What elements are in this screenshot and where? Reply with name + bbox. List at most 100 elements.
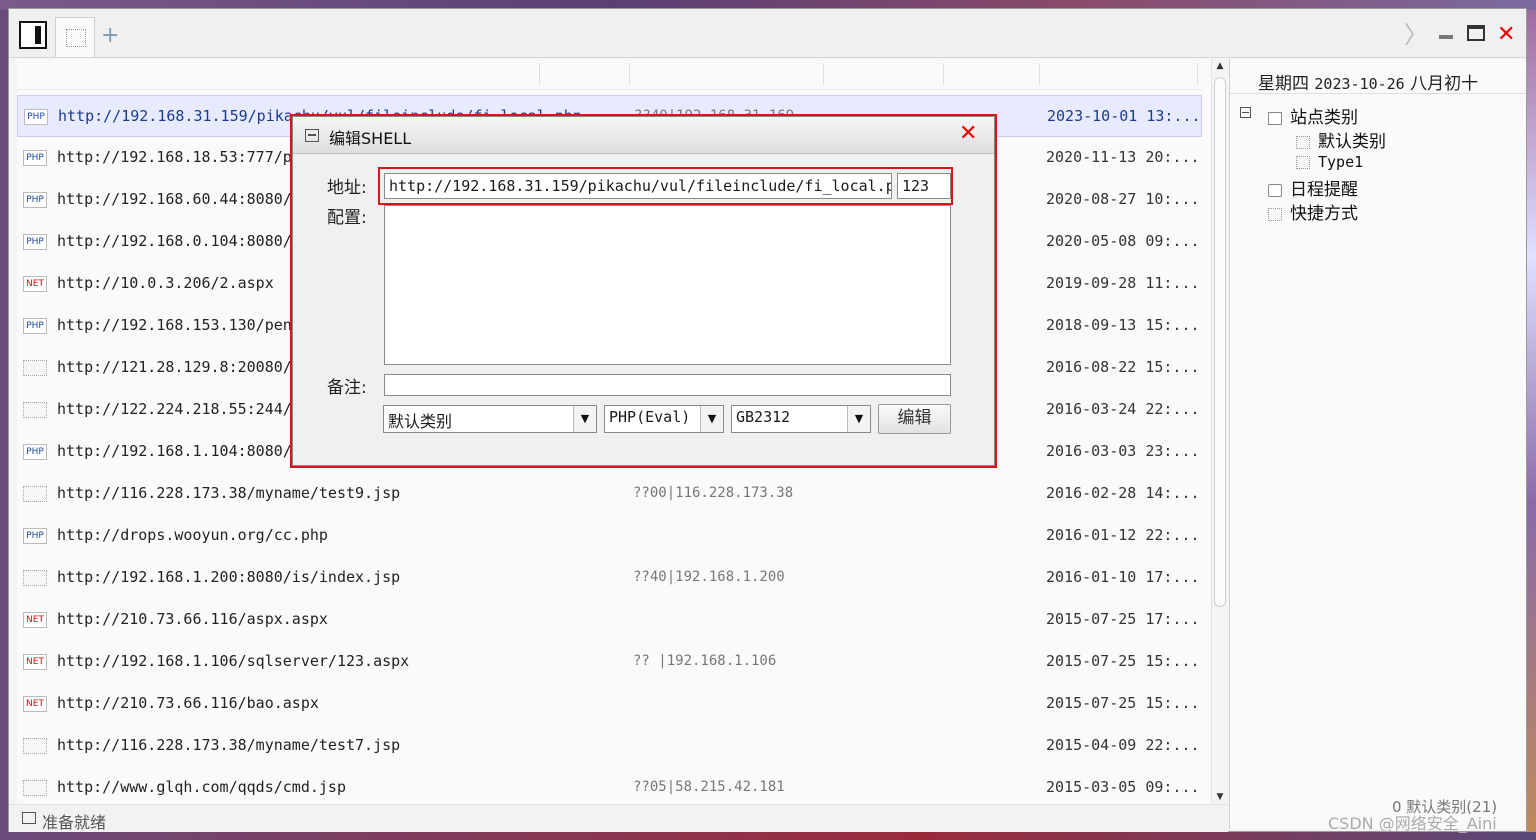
chevron-down-icon[interactable]: ▼ [573, 406, 596, 432]
shortcut-hand-icon [1268, 207, 1282, 221]
tree-item-label: 默认类别 [1318, 132, 1386, 152]
net-icon: NET [23, 654, 47, 670]
date-value: 2023-10-26 [1314, 75, 1405, 93]
table-row[interactable]: http://www.glqh.com/qqds/cmd.jsp ??05|58.… [17, 767, 1202, 809]
table-row[interactable]: http://192.168.1.200:8080/is/index.jsp??… [17, 557, 1202, 599]
row-url: http://122.224.218.55:244/i [57, 400, 301, 418]
row-url: http://192.168.1.104:8080/d [57, 442, 301, 460]
row-date: 2016-03-24 22:... [1046, 400, 1200, 418]
tree-item-schedule[interactable]: 日程提醒 [1268, 175, 1358, 200]
table-row[interactable]: NET http://210.73.66.116/aspx.aspx 2015-07… [17, 599, 1202, 641]
edit-submit-button[interactable]: 编辑 [878, 404, 951, 434]
add-tab-button[interactable]: + [101, 25, 129, 53]
blank-file-icon [23, 570, 47, 586]
desktop-taskbar-edge [0, 832, 1536, 840]
dialog-titlebar[interactable]: 编辑SHELL ✕ [293, 117, 994, 154]
status-icon [22, 812, 36, 824]
row-ip: ??00|116.228.173.38 [633, 485, 794, 501]
tree-root-site-categories[interactable]: 站点类别 [1268, 103, 1358, 128]
row-url: http://192.168.153.130/pent [57, 316, 301, 334]
column-divider[interactable] [823, 63, 824, 85]
tree-item-label: Type1 [1318, 153, 1364, 171]
folder-icon [1268, 111, 1282, 125]
tree-item-label: 日程提醒 [1290, 180, 1358, 200]
script-type-select[interactable]: PHP(Eval) ▼ [604, 405, 724, 433]
row-date: 2019-09-28 11:... [1046, 274, 1200, 292]
status-text: 准备就绪 [42, 813, 107, 832]
vertical-scrollbar[interactable]: ▲ ▼ [1211, 59, 1228, 804]
panel-toggle-icon[interactable] [19, 21, 47, 49]
tree-root-label: 站点类别 [1290, 108, 1358, 128]
table-row[interactable]: http://116.228.173.38/myname/test7.jsp 20… [17, 725, 1202, 767]
password-input[interactable]: 123 [897, 173, 951, 199]
lunar-date: 八月初十 [1410, 74, 1479, 94]
column-divider[interactable] [1197, 63, 1198, 85]
category-value: 默认类别 [388, 412, 453, 431]
note-label: 备注: [327, 378, 367, 398]
row-date: 2020-08-27 10:... [1046, 190, 1200, 208]
category-icon [1296, 135, 1310, 149]
address-label: 地址: [327, 178, 367, 198]
status-bar: 准备就绪 [9, 804, 1228, 832]
tree-item-type1[interactable]: Type1 [1296, 153, 1363, 171]
tree-item-label: 快捷方式 [1290, 204, 1358, 224]
scroll-up-icon[interactable]: ▲ [1214, 61, 1226, 71]
schedule-icon [1268, 183, 1282, 197]
row-date: 2020-05-08 09:... [1046, 232, 1200, 250]
row-date: 2016-08-22 15:... [1046, 358, 1200, 376]
category-icon [1296, 156, 1310, 169]
collapse-toggle-icon[interactable]: − [1240, 107, 1251, 118]
row-url: http://drops.wooyun.org/cc.php [57, 526, 328, 544]
tab-blank[interactable] [55, 17, 95, 57]
table-row[interactable]: PHP http://drops.wooyun.org/cc.php 2016-01… [17, 515, 1202, 557]
tab-bar: + 〉 ✕ [9, 9, 1526, 58]
column-header [17, 59, 1202, 90]
net-icon: NET [23, 612, 47, 628]
chevron-down-icon[interactable]: ▼ [700, 406, 723, 432]
divider [1230, 93, 1526, 94]
blank-file-icon [23, 402, 47, 418]
encoding-select[interactable]: GB2312 ▼ [731, 405, 871, 433]
column-divider[interactable] [539, 63, 540, 85]
table-row[interactable]: http://116.228.173.38/myname/test9.jsp??… [17, 473, 1202, 515]
next-arrow-icon[interactable]: 〉 [1404, 23, 1428, 47]
row-date: 2020-11-13 20:... [1046, 148, 1200, 166]
close-window-icon[interactable]: ✕ [1497, 23, 1515, 47]
row-date: 2016-03-03 23:... [1046, 442, 1200, 460]
scroll-thumb[interactable] [1214, 77, 1226, 607]
tree-item-default-category[interactable]: 默认类别 [1296, 127, 1386, 152]
table-row[interactable]: NET http://210.73.66.116/bao.aspx 2015-07-… [17, 683, 1202, 725]
row-date: 2023-10-01 13:... [1047, 107, 1201, 125]
tree-item-shortcuts[interactable]: 快捷方式 [1268, 199, 1358, 224]
row-date: 2015-03-05 09:... [1046, 778, 1200, 796]
edit-shell-dialog: 编辑SHELL ✕ 地址: http://192.168.31.159/pika… [292, 116, 995, 466]
row-url: http://192.168.60.44:8080/1 [57, 190, 301, 208]
minimize-icon[interactable] [1439, 35, 1453, 39]
table-row[interactable]: NET http://192.168.1.106/sqlserver/123.as… [17, 641, 1202, 683]
note-input[interactable] [384, 374, 951, 396]
row-date: 2018-09-13 15:... [1046, 316, 1200, 334]
script-type-value: PHP(Eval) [609, 408, 691, 426]
row-date: 2015-07-25 17:... [1046, 610, 1200, 628]
chevron-down-icon[interactable]: ▼ [847, 406, 870, 432]
dialog-title: 编辑SHELL [329, 129, 412, 148]
maximize-icon[interactable] [1467, 25, 1485, 41]
row-url: http://121.28.129.8:20080/a [57, 358, 301, 376]
scroll-down-icon[interactable]: ▼ [1214, 792, 1226, 802]
address-input[interactable]: http://192.168.31.159/pikachu/vul/filein… [384, 173, 892, 199]
dialog-window-icon [305, 129, 319, 142]
php-icon: PHP [23, 150, 47, 166]
close-icon[interactable]: ✕ [959, 121, 977, 146]
column-divider[interactable] [943, 63, 944, 85]
blank-file-icon [23, 360, 47, 376]
row-date: 2016-01-10 17:... [1046, 568, 1200, 586]
blank-file-icon [23, 738, 47, 754]
config-textarea[interactable] [384, 205, 951, 365]
row-date: 2015-04-09 22:... [1046, 736, 1200, 754]
net-icon: NET [23, 696, 47, 712]
net-icon: NET [23, 276, 47, 292]
row-date: 2016-01-12 22:... [1046, 526, 1200, 544]
column-divider[interactable] [1039, 63, 1040, 85]
column-divider[interactable] [629, 63, 630, 85]
category-select[interactable]: 默认类别 ▼ [383, 405, 597, 433]
